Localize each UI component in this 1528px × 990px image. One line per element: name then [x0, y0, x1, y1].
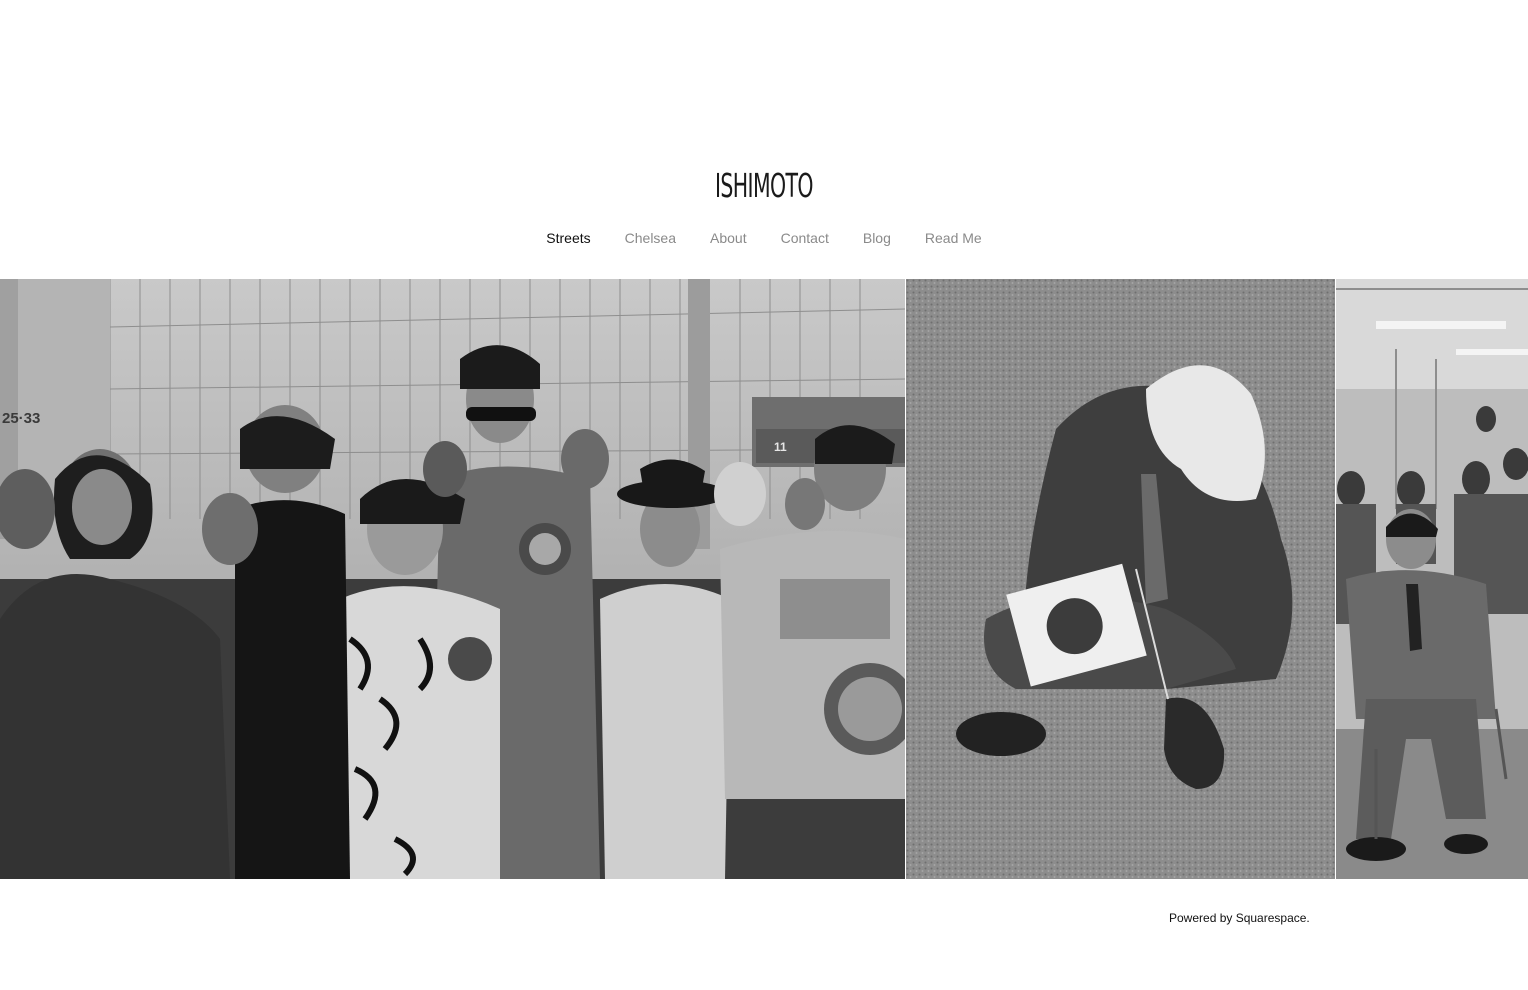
photo-gallery[interactable]: 25·33 11: [0, 279, 1528, 879]
gallery-photo-street-crowd[interactable]: 25·33 11: [0, 279, 905, 879]
footer-credit: Powered by Squarespace.: [1169, 910, 1310, 926]
man-with-flag-image: [906, 279, 1335, 879]
page: ISHIMOTO Streets Chelsea About Contact B…: [0, 0, 1528, 990]
nav-item-blog[interactable]: Blog: [863, 228, 891, 248]
nav-item-read-me[interactable]: Read Me: [925, 228, 982, 248]
logo-text: ISHIMOTO: [715, 166, 813, 205]
signage-right: 11: [774, 440, 787, 454]
seated-men-image: [1336, 279, 1528, 879]
footer-period: .: [1306, 911, 1310, 925]
street-crowd-image: 25·33 11: [0, 279, 905, 879]
nav-item-contact[interactable]: Contact: [781, 228, 829, 248]
nav-item-about[interactable]: About: [710, 228, 747, 248]
site-logo[interactable]: ISHIMOTO: [0, 166, 1528, 206]
footer-squarespace-link[interactable]: Squarespace: [1236, 911, 1307, 925]
main-nav: Streets Chelsea About Contact Blog Read …: [0, 228, 1528, 248]
gallery-photo-man-with-flag[interactable]: [906, 279, 1335, 879]
footer-powered-by: Powered by: [1169, 911, 1236, 925]
nav-item-streets[interactable]: Streets: [546, 228, 590, 248]
signage-left: 25·33: [2, 410, 40, 427]
gallery-photo-seated-men[interactable]: [1336, 279, 1528, 879]
nav-item-chelsea[interactable]: Chelsea: [625, 228, 676, 248]
